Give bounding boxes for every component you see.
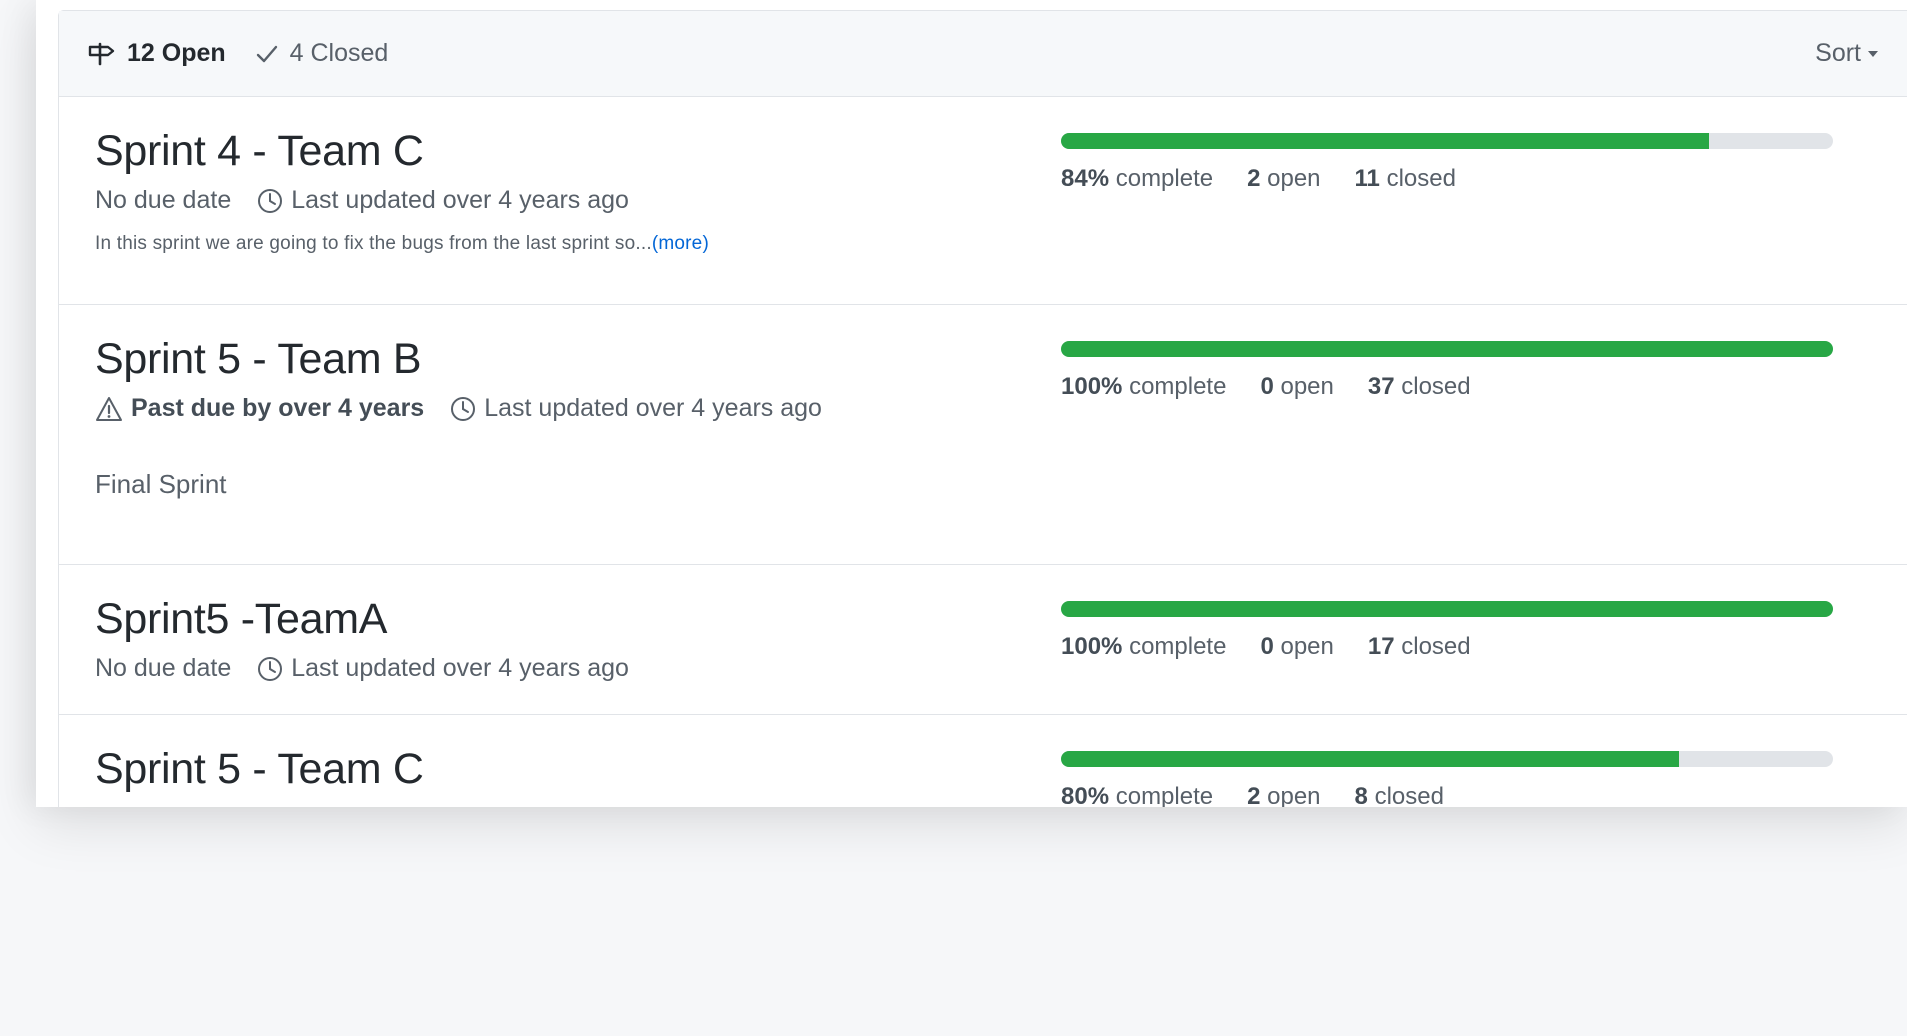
milestones-header: 12 Open 4 Closed Sort (59, 11, 1907, 97)
progress-bar (1061, 751, 1833, 767)
past-due: Past due by over 4 years (95, 394, 424, 423)
percent-complete: 100% complete (1061, 373, 1227, 400)
milestone-icon (87, 42, 115, 66)
milestone-title[interactable]: Sprint 4 - Team C (95, 127, 424, 176)
last-updated: Last updated over 4 years ago (257, 186, 629, 215)
clock-icon (257, 656, 283, 682)
milestone-title[interactable]: Sprint 5 - Team B (95, 335, 422, 384)
due-date: No due date (95, 186, 232, 214)
progress-fill (1061, 601, 1833, 617)
alert-icon (95, 396, 123, 422)
closed-issues-link[interactable]: 37 closed (1368, 373, 1471, 401)
closed-milestones-link[interactable]: 4 Closed (256, 39, 389, 68)
last-updated: Last updated over 4 years ago (450, 394, 822, 423)
milestone-description: Final Sprint (95, 469, 227, 499)
clock-icon (257, 188, 283, 214)
progress-bar (1061, 133, 1833, 149)
milestones-list: 12 Open 4 Closed Sort Sprint 4 - Team C … (58, 10, 1907, 807)
percent-complete: 84% complete (1061, 165, 1214, 192)
percent-complete: 80% complete (1061, 783, 1214, 807)
milestone-row: Sprint 5 - Team C 80% complete 2 open 8 … (59, 715, 1907, 807)
due-date: No due date (95, 654, 232, 682)
last-updated: Last updated over 4 years ago (257, 654, 629, 683)
closed-count: 4 Closed (289, 39, 389, 67)
milestone-description: In this sprint we are going to fix the b… (95, 233, 709, 254)
open-issues-link[interactable]: 0 open (1260, 633, 1333, 661)
milestone-row: Sprint5 -TeamA No due date Last updated … (59, 565, 1907, 715)
sort-label: Sort (1815, 39, 1861, 67)
milestone-title[interactable]: Sprint5 -TeamA (95, 595, 387, 644)
open-milestones-link[interactable]: 12 Open (87, 39, 226, 68)
open-issues-link[interactable]: 2 open (1247, 165, 1320, 193)
progress-fill (1061, 341, 1833, 357)
progress-fill (1061, 751, 1679, 767)
sort-dropdown[interactable]: Sort (1815, 39, 1879, 68)
open-issues-link[interactable]: 0 open (1260, 373, 1333, 401)
progress-bar (1061, 601, 1833, 617)
caret-down-icon (1867, 50, 1879, 58)
percent-complete: 100% complete (1061, 633, 1227, 660)
milestone-title[interactable]: Sprint 5 - Team C (95, 745, 424, 794)
check-icon (256, 44, 278, 64)
page-panel: 12 Open 4 Closed Sort Sprint 4 - Team C … (36, 0, 1907, 807)
milestone-row: Sprint 4 - Team C No due date Last updat… (59, 97, 1907, 305)
progress-fill (1061, 133, 1710, 149)
open-count: 12 Open (127, 39, 226, 67)
closed-issues-link[interactable]: 8 closed (1355, 783, 1444, 807)
open-issues-link[interactable]: 2 open (1247, 783, 1320, 807)
progress-bar (1061, 341, 1833, 357)
more-link[interactable]: (more) (652, 233, 709, 254)
closed-issues-link[interactable]: 11 closed (1355, 165, 1456, 193)
clock-icon (450, 396, 476, 422)
milestone-row: Sprint 5 - Team B Past due by over 4 yea… (59, 305, 1907, 565)
closed-issues-link[interactable]: 17 closed (1368, 633, 1471, 661)
